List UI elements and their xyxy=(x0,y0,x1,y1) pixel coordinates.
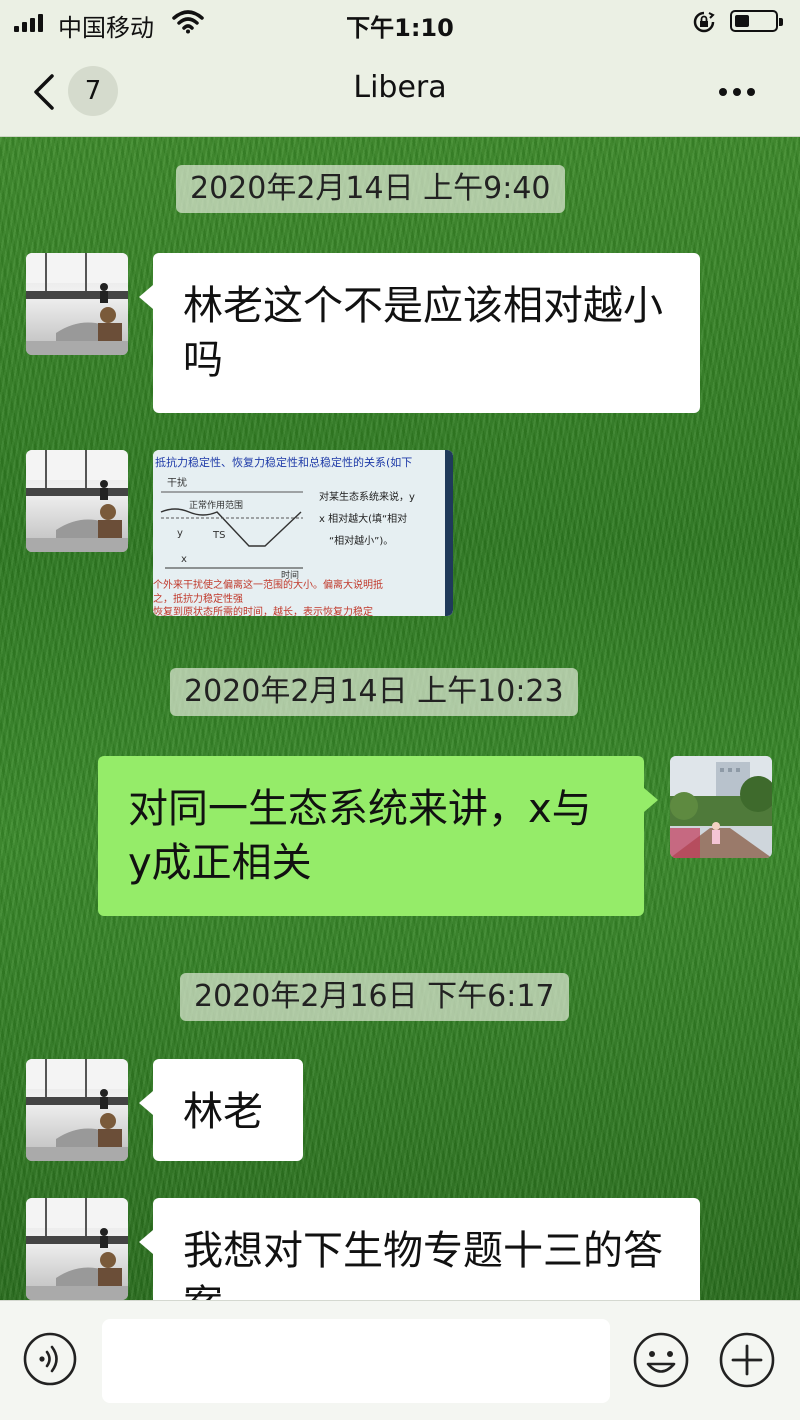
image-footnote-2: 之，抵抗力稳定性强 xyxy=(153,592,243,605)
chat-header: 7 Libera xyxy=(0,44,800,137)
plus-circle-icon[interactable] xyxy=(718,1331,776,1389)
message-timestamp: 2020年2月14日 上午9:40 xyxy=(176,165,565,213)
image-question-3: “相对越小”)。 xyxy=(329,534,393,547)
message-text: 对同一生态系统来讲，x与y成正相关 xyxy=(128,786,592,886)
image-label-y: y xyxy=(177,528,183,539)
message-text: 林老这个不是应该相对越小吗 xyxy=(183,283,663,383)
image-question-1: 对某生态系统来说，y xyxy=(319,490,415,503)
emoji-icon[interactable] xyxy=(632,1331,690,1389)
message-bubble[interactable]: 我想对下生物专题十三的答案 xyxy=(139,1198,700,1300)
image-label-ts: TS xyxy=(212,530,225,541)
image-label-x: x xyxy=(181,554,187,565)
battery-icon xyxy=(730,10,783,32)
message-timestamp: 2020年2月14日 上午10:23 xyxy=(170,668,578,716)
more-dots-icon[interactable] xyxy=(712,74,762,110)
image-label-range: 正常作用范围 xyxy=(189,499,243,511)
message-timestamp: 2020年2月16日 下午6:17 xyxy=(180,973,569,1021)
contact-avatar[interactable] xyxy=(26,1059,128,1161)
contact-avatar[interactable] xyxy=(26,1198,128,1300)
image-label-disturb: 干扰 xyxy=(167,476,187,489)
message-input[interactable] xyxy=(102,1319,610,1403)
message-text: 林老 xyxy=(183,1089,263,1135)
message-bubble[interactable]: 林老这个不是应该相对越小吗 xyxy=(139,253,700,413)
chat-title: Libera xyxy=(353,70,447,105)
message-bubble[interactable]: 林老 xyxy=(139,1059,303,1161)
my-avatar[interactable] xyxy=(670,756,772,858)
input-bar xyxy=(0,1300,800,1420)
contact-avatar[interactable] xyxy=(26,253,128,355)
voice-icon[interactable] xyxy=(22,1331,78,1387)
image-header: 抵抗力稳定性、恢复力稳定性和总稳定性的关系(如下 xyxy=(155,455,412,469)
image-question-2: x 相对越大(填“相对 xyxy=(319,512,407,525)
message-list[interactable]: 2020年2月14日 上午9:40 林老这个不是应该相对越小吗 抵抗力稳定性、恢… xyxy=(0,137,800,1300)
image-footnote-1: 个外来干扰使之偏离这一范围的大小。偏离大说明抵 xyxy=(153,578,383,591)
contact-avatar[interactable] xyxy=(26,450,128,552)
message-text: 我想对下生物专题十三的答案 xyxy=(183,1228,663,1300)
message-bubble[interactable]: 对同一生态系统来讲，x与y成正相关 xyxy=(98,756,658,916)
status-bar: 中国移动 下午1:10 xyxy=(0,0,800,44)
image-footnote-3: 恢复到原状态所需的时间，越长，表示恢复力稳定 xyxy=(153,605,373,616)
message-image[interactable]: 抵抗力稳定性、恢复力稳定性和总稳定性的关系(如下 干扰 正常作用范围 y TS … xyxy=(153,450,453,616)
status-time: 下午1:10 xyxy=(346,14,454,42)
rotation-lock-icon xyxy=(693,11,715,33)
